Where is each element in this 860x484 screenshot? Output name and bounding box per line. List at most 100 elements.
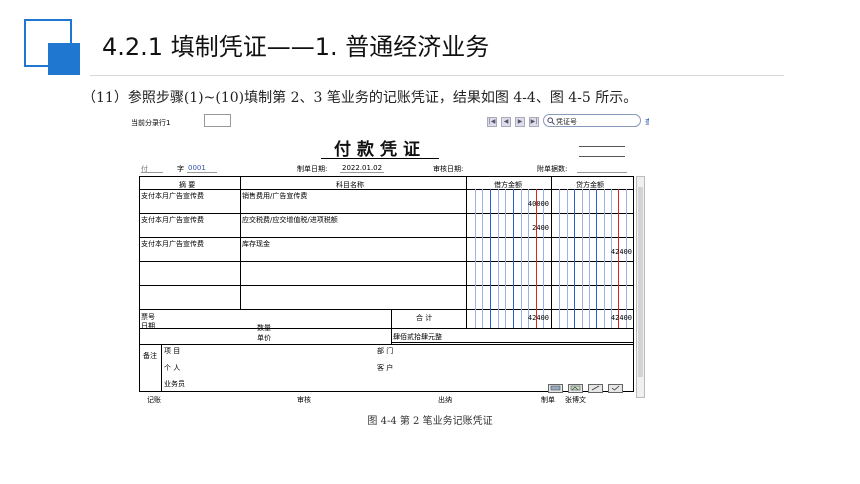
remarks-label: 备注 <box>143 352 157 360</box>
grid-line <box>240 176 241 309</box>
entry-debit[interactable]: 2400 <box>467 224 549 232</box>
entry-debit[interactable]: 40000 <box>467 200 549 208</box>
nav-first-button[interactable]: |◀ <box>487 117 497 127</box>
title-divider <box>90 75 784 76</box>
remarks-individual-label: 个 人 <box>164 364 181 372</box>
voucher-title-underline <box>321 158 439 159</box>
amount-digit-column <box>625 189 627 328</box>
grid-line <box>139 328 634 329</box>
remarks-project-label: 项 目 <box>164 347 181 355</box>
amount-digit-column <box>574 189 576 328</box>
voucher-search-field[interactable]: 凭证号 <box>543 114 641 127</box>
total-label: 合 计 <box>416 314 433 322</box>
voucher-type-underline <box>141 172 163 173</box>
title-side-line <box>579 156 625 157</box>
amount-digit-column <box>489 189 491 328</box>
date-label: 日期 <box>141 322 155 330</box>
slide-title: 4.2.1 填制凭证——1. 普通经济业务 <box>90 24 502 70</box>
grid-line <box>391 309 392 344</box>
amount-digit-column <box>559 189 561 328</box>
voucher-title: 付款凭证 <box>334 140 426 160</box>
make-date-label: 制单日期: <box>297 165 328 173</box>
grid-line <box>466 176 467 328</box>
voucher-search-placeholder: 凭证号 <box>556 118 577 126</box>
header-debit: 借方金额 <box>494 181 522 189</box>
amount-digit-column <box>482 189 484 328</box>
amount-digit-column <box>505 189 507 328</box>
amount-digit-column <box>581 189 583 328</box>
header-credit: 贷方金额 <box>576 181 604 189</box>
make-date-value[interactable]: 2022.01.02 <box>342 164 382 172</box>
amount-digit-column <box>588 189 590 328</box>
entry-account[interactable]: 库存现金 <box>242 239 270 249</box>
check-button[interactable] <box>608 384 623 393</box>
amount-digit-column <box>618 189 620 328</box>
amount-digit-column <box>596 189 598 328</box>
amount-digit-column <box>497 189 499 328</box>
amount-digit-column <box>543 189 545 328</box>
grid-line <box>633 176 634 391</box>
footer-maker-name: 张博文 <box>565 396 586 404</box>
search-icon <box>547 117 555 125</box>
pen-button[interactable] <box>588 384 603 393</box>
vertical-scrollbar[interactable] <box>636 176 645 398</box>
figure-caption: 图 4-4 第 2 笔业务记账凭证 <box>367 416 493 427</box>
current-row-input[interactable] <box>204 114 231 127</box>
amount-digit-column <box>566 189 568 328</box>
nav-prev-button[interactable]: ◀ <box>501 117 511 127</box>
entry-summary[interactable]: 支付本月广告宣传费 <box>141 191 204 201</box>
footer-bookkeeper-label: 记账 <box>147 396 161 404</box>
amount-digit-column <box>610 189 612 328</box>
current-row-label: 当前分录行1 <box>131 119 171 127</box>
amount-digit-column <box>512 189 514 328</box>
nav-last-button[interactable]: ▶| <box>529 117 539 127</box>
quantity-label: 数量 <box>257 324 271 332</box>
image-button[interactable] <box>568 384 583 393</box>
nav-next-button[interactable]: ▶ <box>515 117 525 127</box>
remarks-salesperson-label: 业务员 <box>164 380 185 388</box>
entry-summary[interactable]: 支付本月广告宣传费 <box>141 239 204 249</box>
make-date-underline <box>340 172 384 173</box>
scrollbar-thumb[interactable] <box>638 187 643 377</box>
grid-line <box>139 176 634 177</box>
unit-price-label: 单价 <box>257 334 271 342</box>
remarks-customer-label: 客 户 <box>377 364 394 372</box>
amount-digit-column <box>474 189 476 328</box>
amount-digit-column <box>520 189 522 328</box>
voucher-number-prefix: 字 <box>177 165 184 173</box>
footer-reviewer-label: 审核 <box>297 396 311 404</box>
grid-line <box>391 342 634 343</box>
pen-icon <box>591 385 600 391</box>
check-icon <box>611 385 620 391</box>
grid-line <box>161 344 162 391</box>
query-button[interactable]: 查询 <box>645 117 649 127</box>
slide-title-decoration-fill <box>48 43 80 75</box>
note-button[interactable] <box>548 384 563 393</box>
amount-digit-column <box>528 189 530 328</box>
total-debit: 42400 <box>527 314 549 322</box>
grid-line <box>139 176 140 391</box>
entry-summary[interactable]: 支付本月广告宣传费 <box>141 215 204 225</box>
entry-account[interactable]: 销售费用/广告宣传费 <box>242 191 307 201</box>
audit-date-label: 审核日期: <box>433 165 464 173</box>
note-icon <box>550 385 561 391</box>
voucher-number-underline <box>187 172 217 173</box>
entry-account[interactable]: 应交税费/应交增值税/进项税额 <box>242 215 338 225</box>
step-instruction: （11）参照步骤(1)~(10)填制第 2、3 笔业务的记账凭证，结果如图 4-… <box>82 90 638 106</box>
remarks-department-label: 部 门 <box>377 347 394 355</box>
entry-credit[interactable]: 42400 <box>552 248 632 256</box>
footer-maker-label: 制单 <box>541 396 555 404</box>
title-side-line <box>579 146 625 147</box>
footer-cashier-label: 出纳 <box>438 396 452 404</box>
amount-in-words: 肆佰贰拾肆元整 <box>393 333 442 341</box>
total-credit: 42400 <box>610 314 632 322</box>
grid-line <box>139 344 634 345</box>
header-summary: 摘 要 <box>179 181 196 189</box>
voucher-number[interactable]: 0001 <box>188 164 206 172</box>
attachments-underline <box>577 172 627 173</box>
amount-digit-column <box>603 189 605 328</box>
voucher-screenshot: 当前分录行1 |◀ ◀ ▶ ▶| 凭证号 查询 付款凭证 付 字 0001 制单… <box>111 108 649 406</box>
header-account: 科目名称 <box>336 181 364 189</box>
image-icon <box>570 385 581 391</box>
attachments-label: 附单据数: <box>537 165 568 173</box>
